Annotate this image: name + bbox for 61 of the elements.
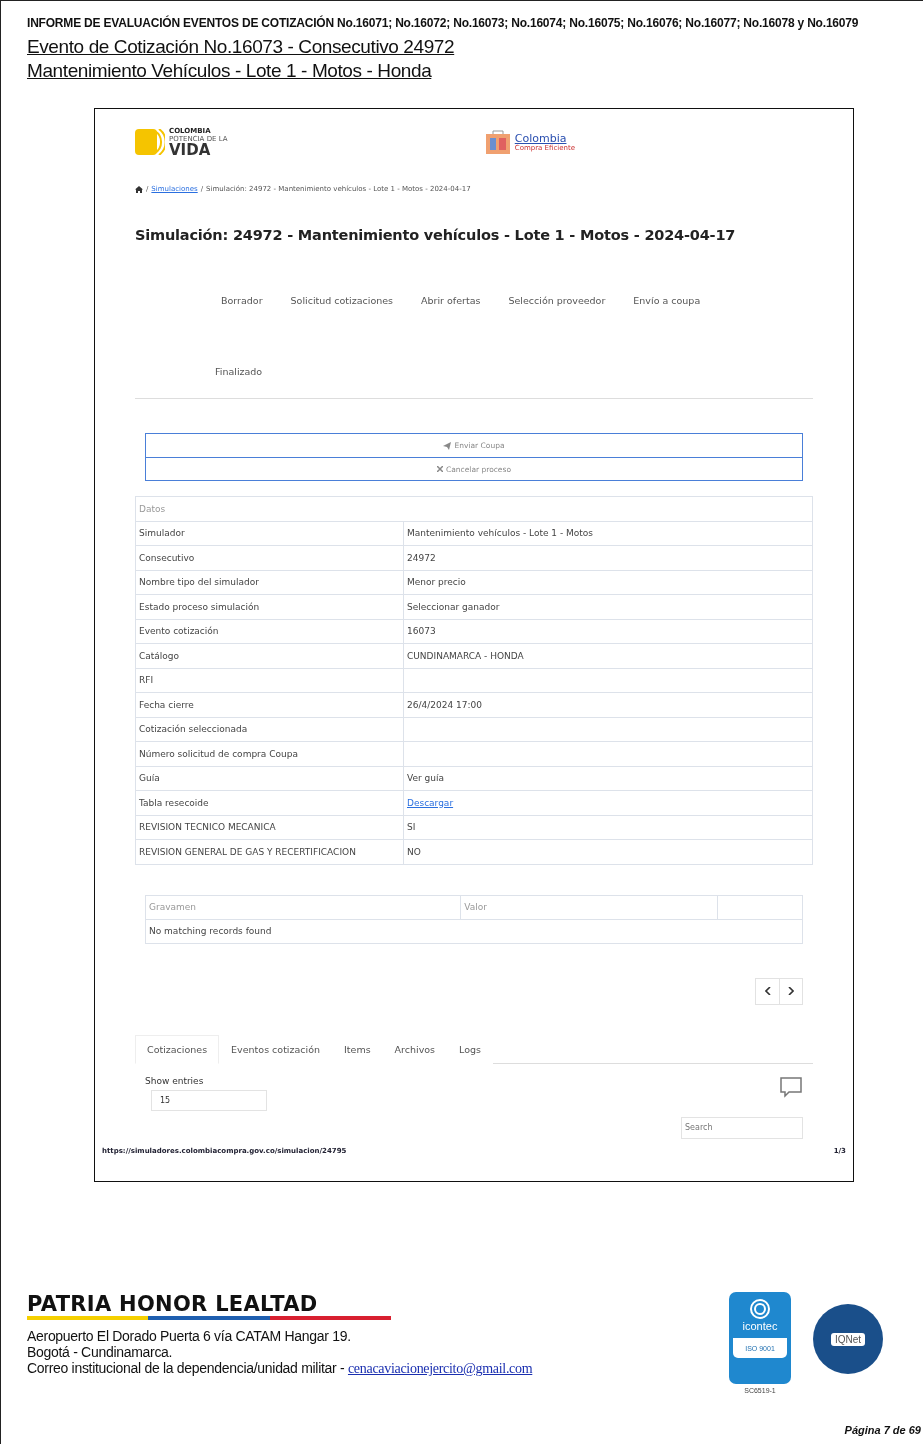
- table-cell: 26/4/2024 17:00: [403, 692, 813, 717]
- table-cell: Seleccionar ganador: [403, 594, 813, 619]
- chat-bubble-icon[interactable]: [779, 1075, 803, 1098]
- address-line: Aeropuerto El Dorado Puerta 6 vía CATAM Hangar 19.: [27, 1328, 352, 1344]
- tab[interactable]: Cotizaciones: [135, 1034, 220, 1064]
- table-cell: REVISION GENERAL DE GAS Y RECERTIFICACION: [135, 839, 404, 864]
- process-step: Envío a coupa: [633, 295, 701, 328]
- page-heading: Simulación: 24972 - Mantenimiento vehículos - Lote 1 - Motos - 2024-04-17: [135, 227, 737, 243]
- empty-message: No matching records found: [145, 919, 803, 943]
- motto: PATRIA HONOR LEALTAD: [27, 1292, 319, 1316]
- table-cell: Número solicitud de compra Coupa: [135, 741, 404, 766]
- report-subtitle: Mantenimiento Vehículos - Lote 1 - Motos - Honda: [27, 59, 432, 83]
- column-header: Valor: [460, 895, 718, 919]
- logo-text: VIDA: [169, 142, 211, 158]
- table-cell: Simulador: [135, 521, 404, 546]
- report-subtitle: Evento de Cotización No.16073 - Consecutivo 24972: [27, 35, 455, 59]
- table-cell: NO: [403, 839, 813, 864]
- process-step: Borrador: [221, 295, 263, 328]
- column-header: Gravamen: [145, 895, 461, 919]
- page-number: Página 7 de 69: [844, 1424, 922, 1436]
- entries-select[interactable]: 15: [151, 1089, 267, 1111]
- table-cell: Consecutivo: [135, 545, 404, 570]
- table-cell: 16073: [403, 619, 813, 644]
- table-cell: 24972: [403, 545, 813, 570]
- seal-text: IQNet: [830, 1332, 866, 1346]
- table-cell: Nombre tipo del simulador: [135, 570, 404, 595]
- table-cell: Catálogo: [135, 643, 404, 668]
- process-step: Abrir ofertas: [421, 295, 481, 328]
- home-icon[interactable]: [135, 185, 143, 193]
- chevron-left-icon: [764, 987, 771, 995]
- email-line: Correo institucional de la dependencia/unidad militar - cenacaviacionejercito@gmail.com: [27, 1360, 533, 1377]
- table-caption: Datos: [135, 496, 813, 521]
- table-cell: Tabla resecoide: [135, 790, 404, 815]
- table-cell: REVISION TECNICO MECANICA: [135, 815, 404, 840]
- close-icon: [437, 466, 443, 472]
- table-cell: Menor precio: [403, 570, 813, 595]
- paper-plane-icon: [443, 441, 452, 450]
- table-cell: Fecha cierre: [135, 692, 404, 717]
- download-link[interactable]: Descargar: [407, 797, 454, 808]
- address-line: Bogotá - Cundinamarca.: [27, 1344, 174, 1360]
- table-cell: Cotización seleccionada: [135, 717, 404, 742]
- process-step: Solicitud cotizaciones: [290, 295, 394, 328]
- briefcase-icon: [484, 129, 511, 155]
- table-cell: RFI: [135, 668, 404, 693]
- table-cell: SI: [403, 815, 813, 840]
- table-cell: Mantenimiento vehículos - Lote 1 - Motos: [403, 521, 813, 546]
- logo-icon: [135, 129, 165, 155]
- badge-text: icontec: [742, 1320, 778, 1332]
- show-entries-label: Show entries: [145, 1075, 205, 1086]
- table-cell: Guía: [135, 766, 404, 791]
- table-cell: CUNDINAMARCA - HONDA: [403, 643, 813, 668]
- search-field[interactable]: Search: [681, 1116, 803, 1139]
- report-title: INFORME DE EVALUACIÓN EVENTOS DE COTIZACIÓN No.16071; No.16072; No.16073; No.16074; No.16075; No.16076; No.16077; No.16078 y No.16079: [27, 15, 860, 31]
- process-step: Finalizado: [215, 365, 263, 398]
- table-cell: Ver guía: [403, 766, 813, 791]
- chevron-right-icon: [788, 987, 794, 995]
- email-link[interactable]: cenacaviacionejercito@gmail.com: [347, 1361, 533, 1376]
- process-step: Selección proveedor: [508, 295, 606, 328]
- table-cell: Evento cotización: [135, 619, 404, 644]
- table-cell: Estado proceso simulación: [135, 594, 404, 619]
- logo-text: Colombia: [514, 132, 567, 144]
